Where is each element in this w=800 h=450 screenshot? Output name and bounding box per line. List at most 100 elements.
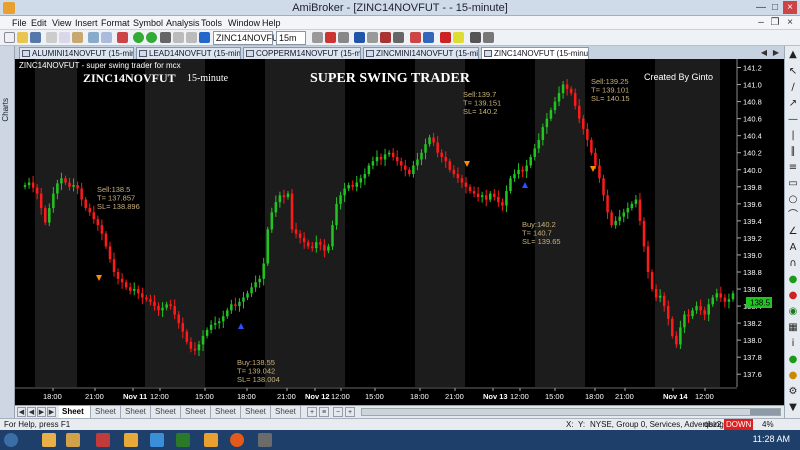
refresh-icon[interactable] xyxy=(199,32,210,43)
sheet-tab-3[interactable]: Sheet 3 xyxy=(122,406,151,428)
start-icon[interactable] xyxy=(4,433,18,447)
tab-lead14novfut[interactable]: LEAD14NOVFUT (15-minute) xyxy=(136,47,241,59)
channel-tool-icon[interactable]: ∥ xyxy=(787,146,799,158)
app-blue-icon[interactable] xyxy=(150,433,164,447)
delete-icon[interactable] xyxy=(117,32,128,43)
charts-label[interactable]: Charts xyxy=(1,98,14,122)
crosshair-icon[interactable] xyxy=(354,32,365,43)
sheet-prev-icon[interactable]: ◀ xyxy=(27,407,36,417)
sheet-next-icon[interactable]: ▶ xyxy=(37,407,46,417)
zoom-out-chart-icon[interactable]: − xyxy=(333,407,343,417)
candle-icon[interactable] xyxy=(325,32,336,43)
chart-canvas[interactable]: ZINC14NOVFUT - super swing trader for mc… xyxy=(15,59,784,405)
scroll-down-icon[interactable]: ▼ xyxy=(787,402,799,414)
zoom-out-icon[interactable] xyxy=(186,32,197,43)
info-icon[interactable]: i xyxy=(787,338,799,350)
save-icon[interactable] xyxy=(30,32,41,43)
horizontal-scrollbar[interactable] xyxy=(361,408,781,416)
menu-tools[interactable]: Tools xyxy=(201,16,222,30)
vline-tool-icon[interactable]: | xyxy=(787,130,799,142)
tab-zincmini14novfut[interactable]: ZINCMINI14NOVFUT (15-minute) xyxy=(363,47,479,59)
arc-tool-icon[interactable]: ⌒ xyxy=(787,210,799,222)
menu-analysis[interactable]: Analysis xyxy=(166,16,200,30)
circle-tool-icon[interactable]: ○ xyxy=(787,194,799,206)
alert-icon[interactable]: ● xyxy=(787,370,799,382)
app-green-icon[interactable] xyxy=(176,433,190,447)
back-icon[interactable] xyxy=(133,32,144,43)
chart-type-icon[interactable] xyxy=(160,32,171,43)
app-red-icon[interactable] xyxy=(96,433,110,447)
sheet-tab-4[interactable]: Sheet 4 xyxy=(152,406,181,428)
sheet-tab-8[interactable]: Sheet 8 xyxy=(272,406,301,428)
copy-icon[interactable] xyxy=(59,32,70,43)
sheet-first-icon[interactable]: ◀ xyxy=(17,407,26,417)
trendline-icon[interactable] xyxy=(380,32,391,43)
settings-icon[interactable]: ⚙ xyxy=(787,386,799,398)
interval-combo[interactable]: 15m xyxy=(276,31,306,45)
green-circle-icon[interactable]: ● xyxy=(787,274,799,286)
sheet-tab-2[interactable]: Sheet 2 xyxy=(92,406,121,428)
sheet-tab-7[interactable]: Sheet 7 xyxy=(242,406,271,428)
paste-icon[interactable] xyxy=(72,32,83,43)
gann-tool-icon[interactable]: ∠ xyxy=(787,226,799,238)
new-icon[interactable] xyxy=(4,32,15,43)
quote-icon[interactable]: ◉ xyxy=(787,306,799,318)
scroll-up-icon[interactable]: ▲ xyxy=(787,49,799,61)
sheet-add-icon[interactable]: + xyxy=(307,407,317,417)
magnet-icon[interactable]: ∩ xyxy=(787,258,799,270)
maximize-icon[interactable]: □ xyxy=(768,1,782,14)
symbol-combo[interactable]: ZINC14NOVFU xyxy=(213,31,279,45)
pencil-icon[interactable] xyxy=(410,32,421,43)
color-icon[interactable] xyxy=(423,32,434,43)
tab-copperm14novfut[interactable]: COPPERM14NOVFUT (15-minute) xyxy=(243,47,361,59)
close-icon[interactable]: × xyxy=(783,1,797,14)
sheet-tab-1[interactable]: Sheet 1 xyxy=(59,406,91,428)
zoom-in-chart-icon[interactable]: + xyxy=(345,407,355,417)
menu-edit[interactable]: Edit xyxy=(31,16,47,30)
sheet-menu-icon[interactable]: ≡ xyxy=(319,407,329,417)
sheet-tab-5[interactable]: Sheet 5 xyxy=(182,406,211,428)
charts-side-strip[interactable]: Charts xyxy=(0,46,15,418)
menu-file[interactable]: File xyxy=(12,16,27,30)
fib-icon[interactable] xyxy=(393,32,404,43)
delete-drawing-icon[interactable]: ● xyxy=(787,290,799,302)
menu-view[interactable]: View xyxy=(52,16,71,30)
menu-help[interactable]: Help xyxy=(262,16,281,30)
grid-icon[interactable] xyxy=(483,32,494,43)
app-orange-icon[interactable] xyxy=(124,433,138,447)
fib-tool-icon[interactable]: ≡ xyxy=(787,162,799,174)
menu-window[interactable]: Window xyxy=(228,16,260,30)
scrollbar-thumb[interactable] xyxy=(750,409,780,415)
sheet-last-icon[interactable]: ▶ xyxy=(47,407,56,417)
forward-icon[interactable] xyxy=(146,32,157,43)
preview-icon[interactable] xyxy=(101,32,112,43)
browser-icon[interactable] xyxy=(230,433,244,447)
bar-chart-icon[interactable] xyxy=(312,32,323,43)
menu-insert[interactable]: Insert xyxy=(75,16,98,30)
hline-tool-icon[interactable]: — xyxy=(787,114,799,126)
cut-icon[interactable] xyxy=(46,32,57,43)
system-tray[interactable] xyxy=(690,435,750,445)
menu-format[interactable]: Format xyxy=(101,16,130,30)
price-axis[interactable]: 141.2 141.0 140.8 140.6 140.4 140.2 140.0 139.8… xyxy=(736,59,762,387)
folder-icon[interactable] xyxy=(66,433,80,447)
zoom-in-icon[interactable] xyxy=(173,32,184,43)
text-tool-icon[interactable]: A xyxy=(787,242,799,254)
price-chart[interactable]: ZINC14NOVFUT - super swing trader for mc… xyxy=(15,59,784,405)
tab-scroll-right-icon[interactable]: ▶ xyxy=(769,46,783,59)
ruler-icon[interactable]: ▦ xyxy=(787,322,799,334)
text-tool-icon[interactable] xyxy=(440,32,451,43)
line-tool-icon[interactable]: ∕ xyxy=(787,82,799,94)
mdi-restore-icon[interactable]: ❐ xyxy=(768,16,782,29)
menu-symbol[interactable]: Symbol xyxy=(133,16,163,30)
minimize-icon[interactable]: — xyxy=(754,1,768,14)
open-icon[interactable] xyxy=(17,32,28,43)
rect-tool-icon[interactable]: ▭ xyxy=(787,178,799,190)
app-gray-icon[interactable] xyxy=(258,433,272,447)
tab-alumini14novfut[interactable]: ALUMINI14NOVFUT (15-minute) xyxy=(19,47,134,59)
tab-zinc14novfut[interactable]: ZINC14NOVFUT (15-minute) xyxy=(481,47,589,59)
mdi-minimize-icon[interactable]: – xyxy=(754,16,768,29)
line-chart-icon[interactable] xyxy=(338,32,349,43)
draw-line-icon[interactable] xyxy=(367,32,378,43)
mdi-close-icon[interactable]: × xyxy=(783,16,797,29)
